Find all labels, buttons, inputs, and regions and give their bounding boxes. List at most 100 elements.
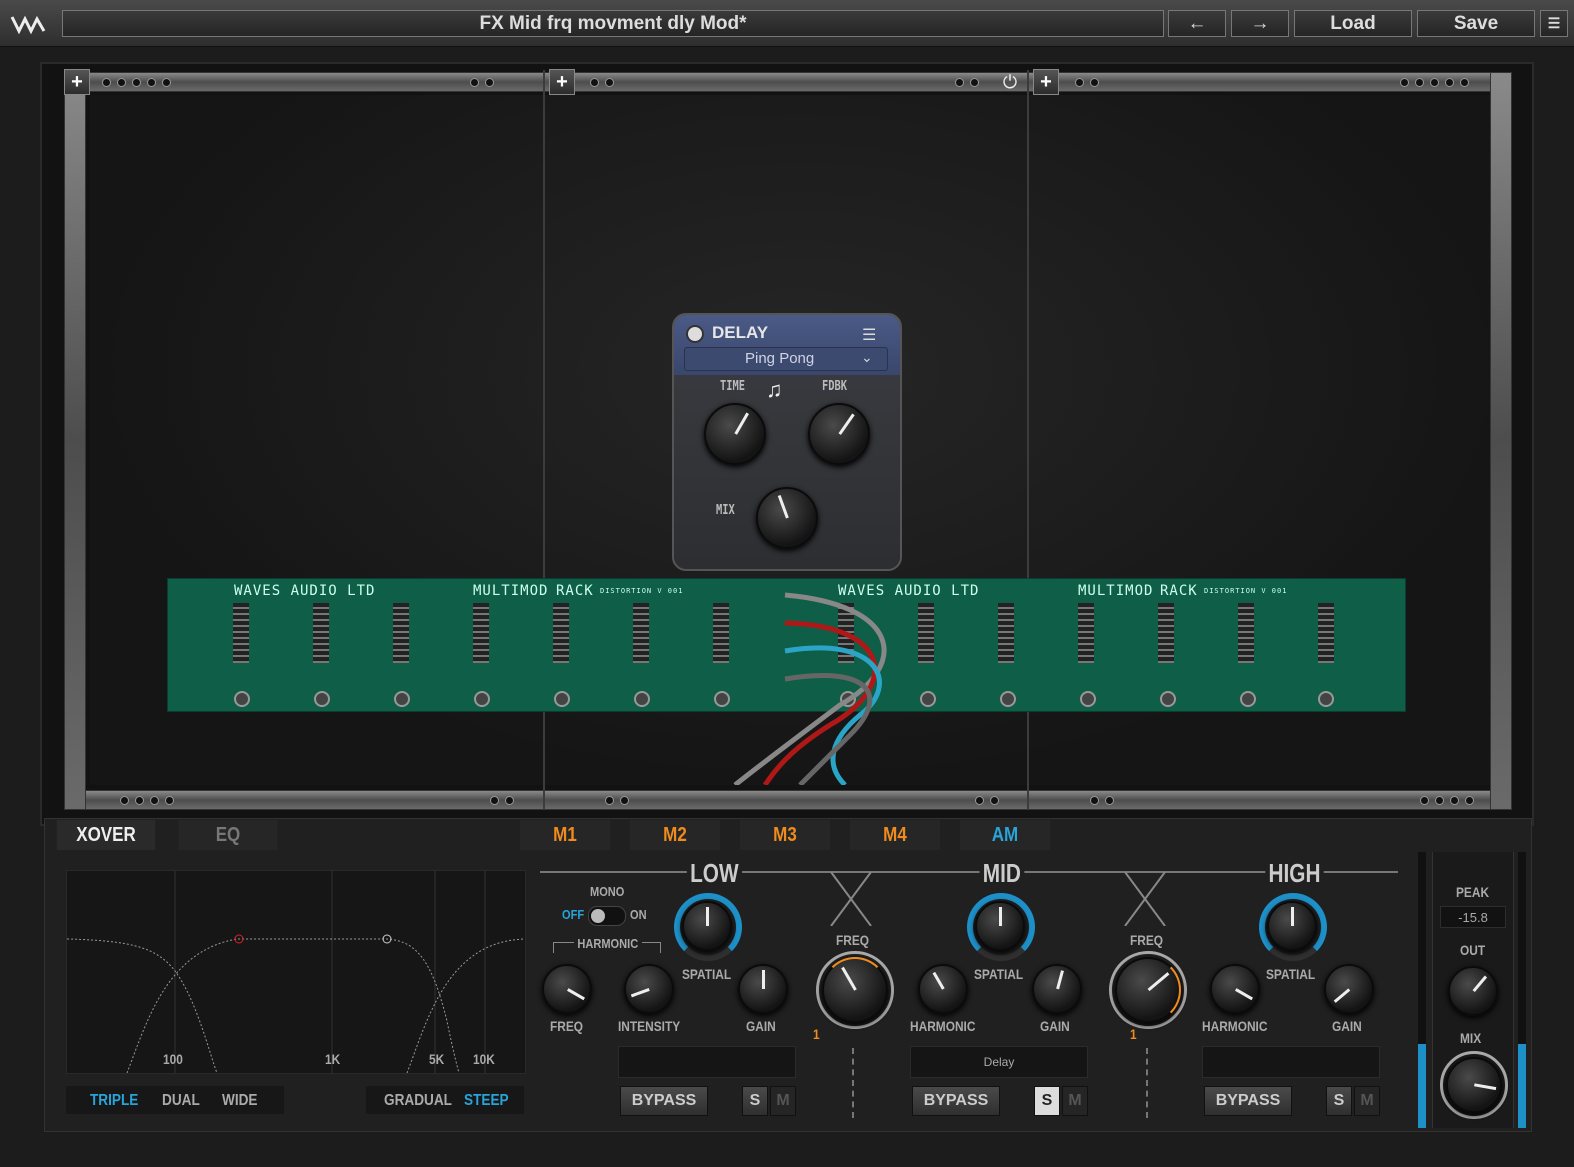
rail-holes xyxy=(1420,796,1474,805)
low-spatial-knob[interactable] xyxy=(682,901,732,951)
pin-header xyxy=(393,603,409,663)
mid-solo-button[interactable]: S xyxy=(1034,1086,1060,1116)
band-mid-title: MID xyxy=(979,858,1025,889)
tab-xover[interactable]: XOVER xyxy=(56,820,156,850)
out-knob[interactable] xyxy=(1448,966,1498,1016)
pin-header xyxy=(1158,603,1174,663)
mono-toggle[interactable] xyxy=(588,906,626,926)
waves-logo-icon[interactable] xyxy=(6,9,50,39)
time-knob[interactable] xyxy=(704,403,766,465)
arrow-left-icon: ← xyxy=(1187,12,1207,34)
rail-holes xyxy=(490,796,514,805)
crossover-x-icon xyxy=(1124,872,1166,926)
low-mute-button[interactable]: M xyxy=(770,1086,796,1116)
mode-dual[interactable]: DUAL xyxy=(162,1092,200,1110)
slope-gradual[interactable]: GRADUAL xyxy=(384,1092,452,1110)
pcb-name-label-2: MULTIMOD xyxy=(1078,583,1154,599)
menu-icon[interactable]: ☰ xyxy=(1540,10,1568,37)
pcb-version-label: DISTORTION V 001 xyxy=(600,587,684,595)
slope-steep[interactable]: STEEP xyxy=(464,1092,509,1110)
mid-harmonic-knob[interactable] xyxy=(918,964,968,1014)
input-meter xyxy=(1418,852,1426,1128)
tab-m1[interactable]: M1 xyxy=(519,820,611,850)
redo-button[interactable]: → xyxy=(1231,10,1289,37)
low-gain-knob[interactable] xyxy=(738,964,788,1014)
mid-bypass-button[interactable]: BYPASS xyxy=(912,1086,1000,1116)
xfreq1-knob[interactable] xyxy=(822,957,888,1023)
xfreq2-divider xyxy=(1146,1048,1148,1118)
top-rail xyxy=(64,72,1510,92)
low-bypass-button[interactable]: BYPASS xyxy=(620,1086,708,1116)
jack-socket xyxy=(234,691,250,707)
low-harm-freq-knob[interactable] xyxy=(542,964,592,1014)
patch-cables xyxy=(733,592,887,785)
rail-holes xyxy=(975,796,999,805)
mid-spatial-knob[interactable] xyxy=(975,901,1025,951)
high-harmonic-knob[interactable] xyxy=(1210,964,1260,1014)
delay-mode-select[interactable]: Ping Pong ⌄ xyxy=(684,347,888,371)
tick-5k: 5K xyxy=(429,1051,445,1067)
preset-title[interactable]: FX Mid frq movment dly Mod* xyxy=(62,10,1164,37)
low-display xyxy=(618,1046,796,1078)
tab-m2[interactable]: M2 xyxy=(629,820,721,850)
low-spatial-label: SPATIAL xyxy=(682,966,732,982)
high-mute-button[interactable]: M xyxy=(1354,1086,1380,1116)
hamburger-menu-icon[interactable]: ☰ xyxy=(862,325,876,345)
delay-power-led[interactable] xyxy=(686,325,704,343)
tab-m4[interactable]: M4 xyxy=(849,820,941,850)
fdbk-knob[interactable] xyxy=(808,403,870,465)
mid-gain-knob[interactable] xyxy=(1032,964,1082,1014)
xfreq2-knob[interactable] xyxy=(1115,957,1181,1023)
rail-holes xyxy=(605,796,629,805)
out-mix-knob[interactable] xyxy=(1446,1057,1502,1113)
low-intensity-label: INTENSITY xyxy=(618,1018,681,1034)
high-gain-label: GAIN xyxy=(1332,1018,1362,1034)
high-solo-button[interactable]: S xyxy=(1326,1086,1352,1116)
jack-socket xyxy=(554,691,570,707)
mode-triple[interactable]: TRIPLE xyxy=(90,1092,138,1110)
pcb-name-label: MULTIMOD xyxy=(473,583,549,599)
fdbk-label: FDBK xyxy=(822,379,848,394)
jack-socket xyxy=(394,691,410,707)
title-bar: FX Mid frq movment dly Mod* ← → Load Sav… xyxy=(0,0,1574,47)
add-module-button-1[interactable]: + xyxy=(64,69,90,95)
high-spatial-knob[interactable] xyxy=(1267,901,1317,951)
bottom-rail xyxy=(64,790,1510,810)
pin-header xyxy=(633,603,649,663)
add-module-button-3[interactable]: + xyxy=(1033,69,1059,95)
jack-socket xyxy=(314,691,330,707)
high-gain-knob[interactable] xyxy=(1324,964,1374,1014)
pcb-maker-label: WAVES AUDIO LTD xyxy=(234,583,376,599)
pin-header xyxy=(233,603,249,663)
out-mix-label: MIX xyxy=(1460,1030,1482,1046)
peak-value: -15.8 xyxy=(1440,906,1506,928)
tab-am[interactable]: AM xyxy=(959,820,1051,850)
high-bypass-button[interactable]: BYPASS xyxy=(1204,1086,1292,1116)
tab-m3[interactable]: M3 xyxy=(739,820,831,850)
jack-socket xyxy=(1318,691,1334,707)
pin-header xyxy=(553,603,569,663)
rail-holes xyxy=(102,78,171,87)
mode-wide[interactable]: WIDE xyxy=(222,1092,258,1110)
add-module-button-2[interactable]: + xyxy=(549,69,575,95)
xover-graph[interactable]: 100 1K 5K 10K xyxy=(66,870,526,1074)
chevron-down-icon: ⌄ xyxy=(861,349,873,365)
tab-eq[interactable]: EQ xyxy=(178,820,278,850)
rail-holes xyxy=(1400,78,1469,87)
high-spatial-label: SPATIAL xyxy=(1266,966,1316,982)
mix-knob[interactable] xyxy=(756,487,818,549)
crossover-x-icon xyxy=(830,872,872,926)
low-solo-button[interactable]: S xyxy=(742,1086,768,1116)
music-note-icon[interactable]: ♫ xyxy=(766,377,783,403)
band-high-title: HIGH xyxy=(1265,858,1324,889)
mid-mute-button[interactable]: M xyxy=(1062,1086,1088,1116)
delay-module[interactable]: DELAY ☰ Ping Pong ⌄ TIME ♫ FDBK MIX xyxy=(672,313,902,571)
high-harmonic-label: HARMONIC xyxy=(1202,1018,1268,1034)
xfreq2-value: 1 xyxy=(1130,1026,1137,1042)
power-icon[interactable]: ⏻ xyxy=(998,70,1022,94)
tick-1k: 1K xyxy=(325,1051,341,1067)
load-button[interactable]: Load xyxy=(1294,10,1412,37)
low-intensity-knob[interactable] xyxy=(624,964,674,1014)
save-button[interactable]: Save xyxy=(1417,10,1535,37)
undo-button[interactable]: ← xyxy=(1168,10,1226,37)
